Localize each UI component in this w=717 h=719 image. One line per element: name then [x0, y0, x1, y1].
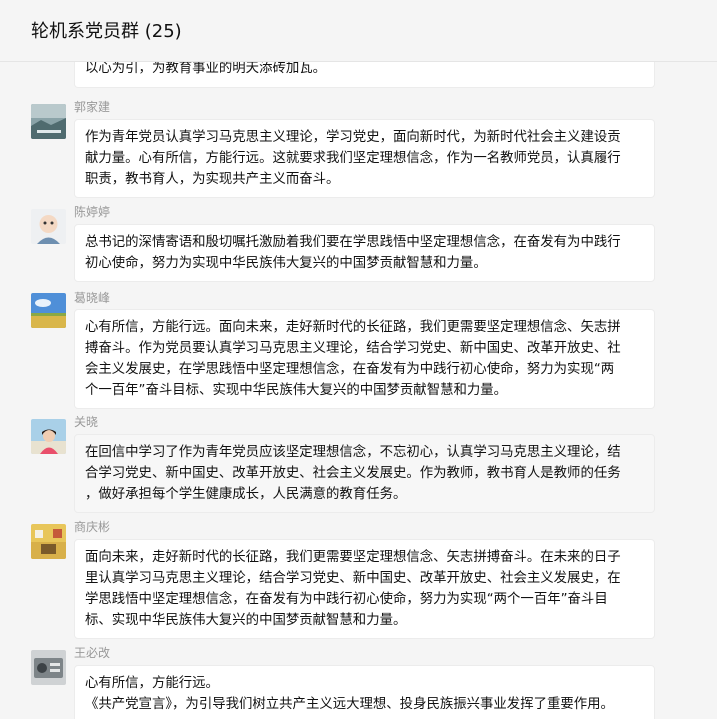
message-bubble[interactable]: 心有所信，方能行远。 《共产党宣言》，为引导我们树立共产主义远大理想、投身民族振… [74, 665, 655, 719]
message-bubble[interactable]: 心有所信，方能行远。面向未来，走好新时代的长征路，我们更需要坚定理想信念、矢志拼… [74, 309, 655, 409]
device-photo-avatar-icon [31, 650, 66, 685]
message-line: ，做好承担每个学生健康成长，人民满意的教育任务。 [85, 487, 407, 502]
cartoon-avatar-icon [31, 209, 66, 244]
sender-name: 关晓 [74, 415, 99, 429]
avatar[interactable] [31, 293, 66, 328]
message-line: 以心为引，为教育事业的明天添砖加瓦。 [85, 62, 327, 76]
message-line: 在回信中学习了作为青年党员应该坚定理想信念，不忘初心，认真学习马克思主义理论，结 [85, 445, 621, 460]
message-line: 心有所信，方能行远。 [85, 676, 219, 691]
sender-name: 葛晓峰 [74, 291, 111, 305]
message-list[interactable]: 以心为引，为教育事业的明天添砖加瓦。 郭家建 作为青年党员认真学习马克思主义理论… [0, 62, 717, 719]
message-line: 初心使命，努力为实现中华民族伟大复兴的中国梦贡献智慧和力量。 [85, 256, 487, 271]
message-bubble[interactable]: 以心为引，为教育事业的明天添砖加瓦。 [74, 62, 655, 88]
message-line: 《共产党宣言》，为引导我们树立共产主义远大理想、投身民族振兴事业发挥了重要作用。 [85, 697, 614, 712]
sender-name: 郭家建 [74, 100, 111, 114]
avatar[interactable] [31, 104, 66, 139]
sky-field-avatar-icon [31, 293, 66, 328]
chat-title: 轮机系党员群 (25) [31, 21, 182, 42]
message-line: 标、实现中华民族伟大复兴的中国梦贡献智慧和力量。 [85, 613, 407, 628]
person-photo-avatar-icon [31, 419, 66, 454]
avatar[interactable] [31, 419, 66, 454]
avatar[interactable] [31, 524, 66, 559]
message-bubble[interactable]: 作为青年党员认真学习马克思主义理论，学习党史，面向新时代，为新时代社会主义建设贡… [74, 119, 655, 198]
message-line: 合学习党史、新中国史、改革开放史、社会主义发展史。作为教师，教书育人是教师的任务 [85, 466, 621, 481]
message-line: 会主义发展史，在学思践悟中坚定理想信念，在奋发有为中践行初心使命，努力为实现“两 [85, 362, 615, 377]
avatar[interactable] [31, 650, 66, 685]
message-line: 总书记的深情寄语和殷切嘱托激励着我们要在学思践悟中坚定理想信念，在奋发有为中践行 [85, 235, 621, 250]
landscape-photo-avatar-icon [31, 104, 66, 139]
message-line: 里认真学习马克思主义理论，结合学习党史、新中国史、改革开放史、社会主义发展史，在 [85, 571, 621, 586]
message-line: 献力量。心有所信，方能行远。这就要求我们坚定理想信念，作为一名教师党员，认真履行 [85, 151, 621, 166]
avatar[interactable] [31, 209, 66, 244]
message-bubble[interactable]: 面向未来，走好新时代的长征路，我们更需要坚定理想信念、矢志拼搏奋斗。在未来的日子… [74, 539, 655, 639]
message-bubble[interactable]: 在回信中学习了作为青年党员应该坚定理想信念，不忘初心，认真学习马克思主义理论，结… [74, 434, 655, 513]
message-bubble[interactable]: 总书记的深情寄语和殷切嘱托激励着我们要在学思践悟中坚定理想信念，在奋发有为中践行… [74, 224, 655, 282]
chat-header: 轮机系党员群 (25) [0, 0, 717, 62]
message-line: 面向未来，走好新时代的长征路，我们更需要坚定理想信念、矢志拼搏奋斗。在未来的日子 [85, 550, 621, 565]
message-line: 心有所信，方能行远。面向未来，走好新时代的长征路，我们更需要坚定理想信念、矢志拼 [85, 320, 621, 335]
message-line: 学思践悟中坚定理想信念，在奋发有为中践行初心使命，努力为实现“两个一百年”奋斗目 [85, 592, 608, 607]
message-line: 作为青年党员认真学习马克思主义理论，学习党史，面向新时代，为新时代社会主义建设贡 [85, 130, 621, 145]
message-line: 搏奋斗。作为党员要认真学习马克思主义理论，结合学习党史、新中国史、改革开放史、社 [85, 341, 621, 356]
room-photo-avatar-icon [31, 524, 66, 559]
sender-name: 商庆彬 [74, 520, 111, 534]
message-line: 职责，教书育人，为实现共产主义而奋斗。 [85, 172, 340, 187]
sender-name: 王必改 [74, 646, 111, 660]
message-line: 个一百年”奋斗目标、实现中华民族伟大复兴的中国梦贡献智慧和力量。 [85, 383, 508, 398]
sender-name: 陈婷婷 [74, 205, 111, 219]
